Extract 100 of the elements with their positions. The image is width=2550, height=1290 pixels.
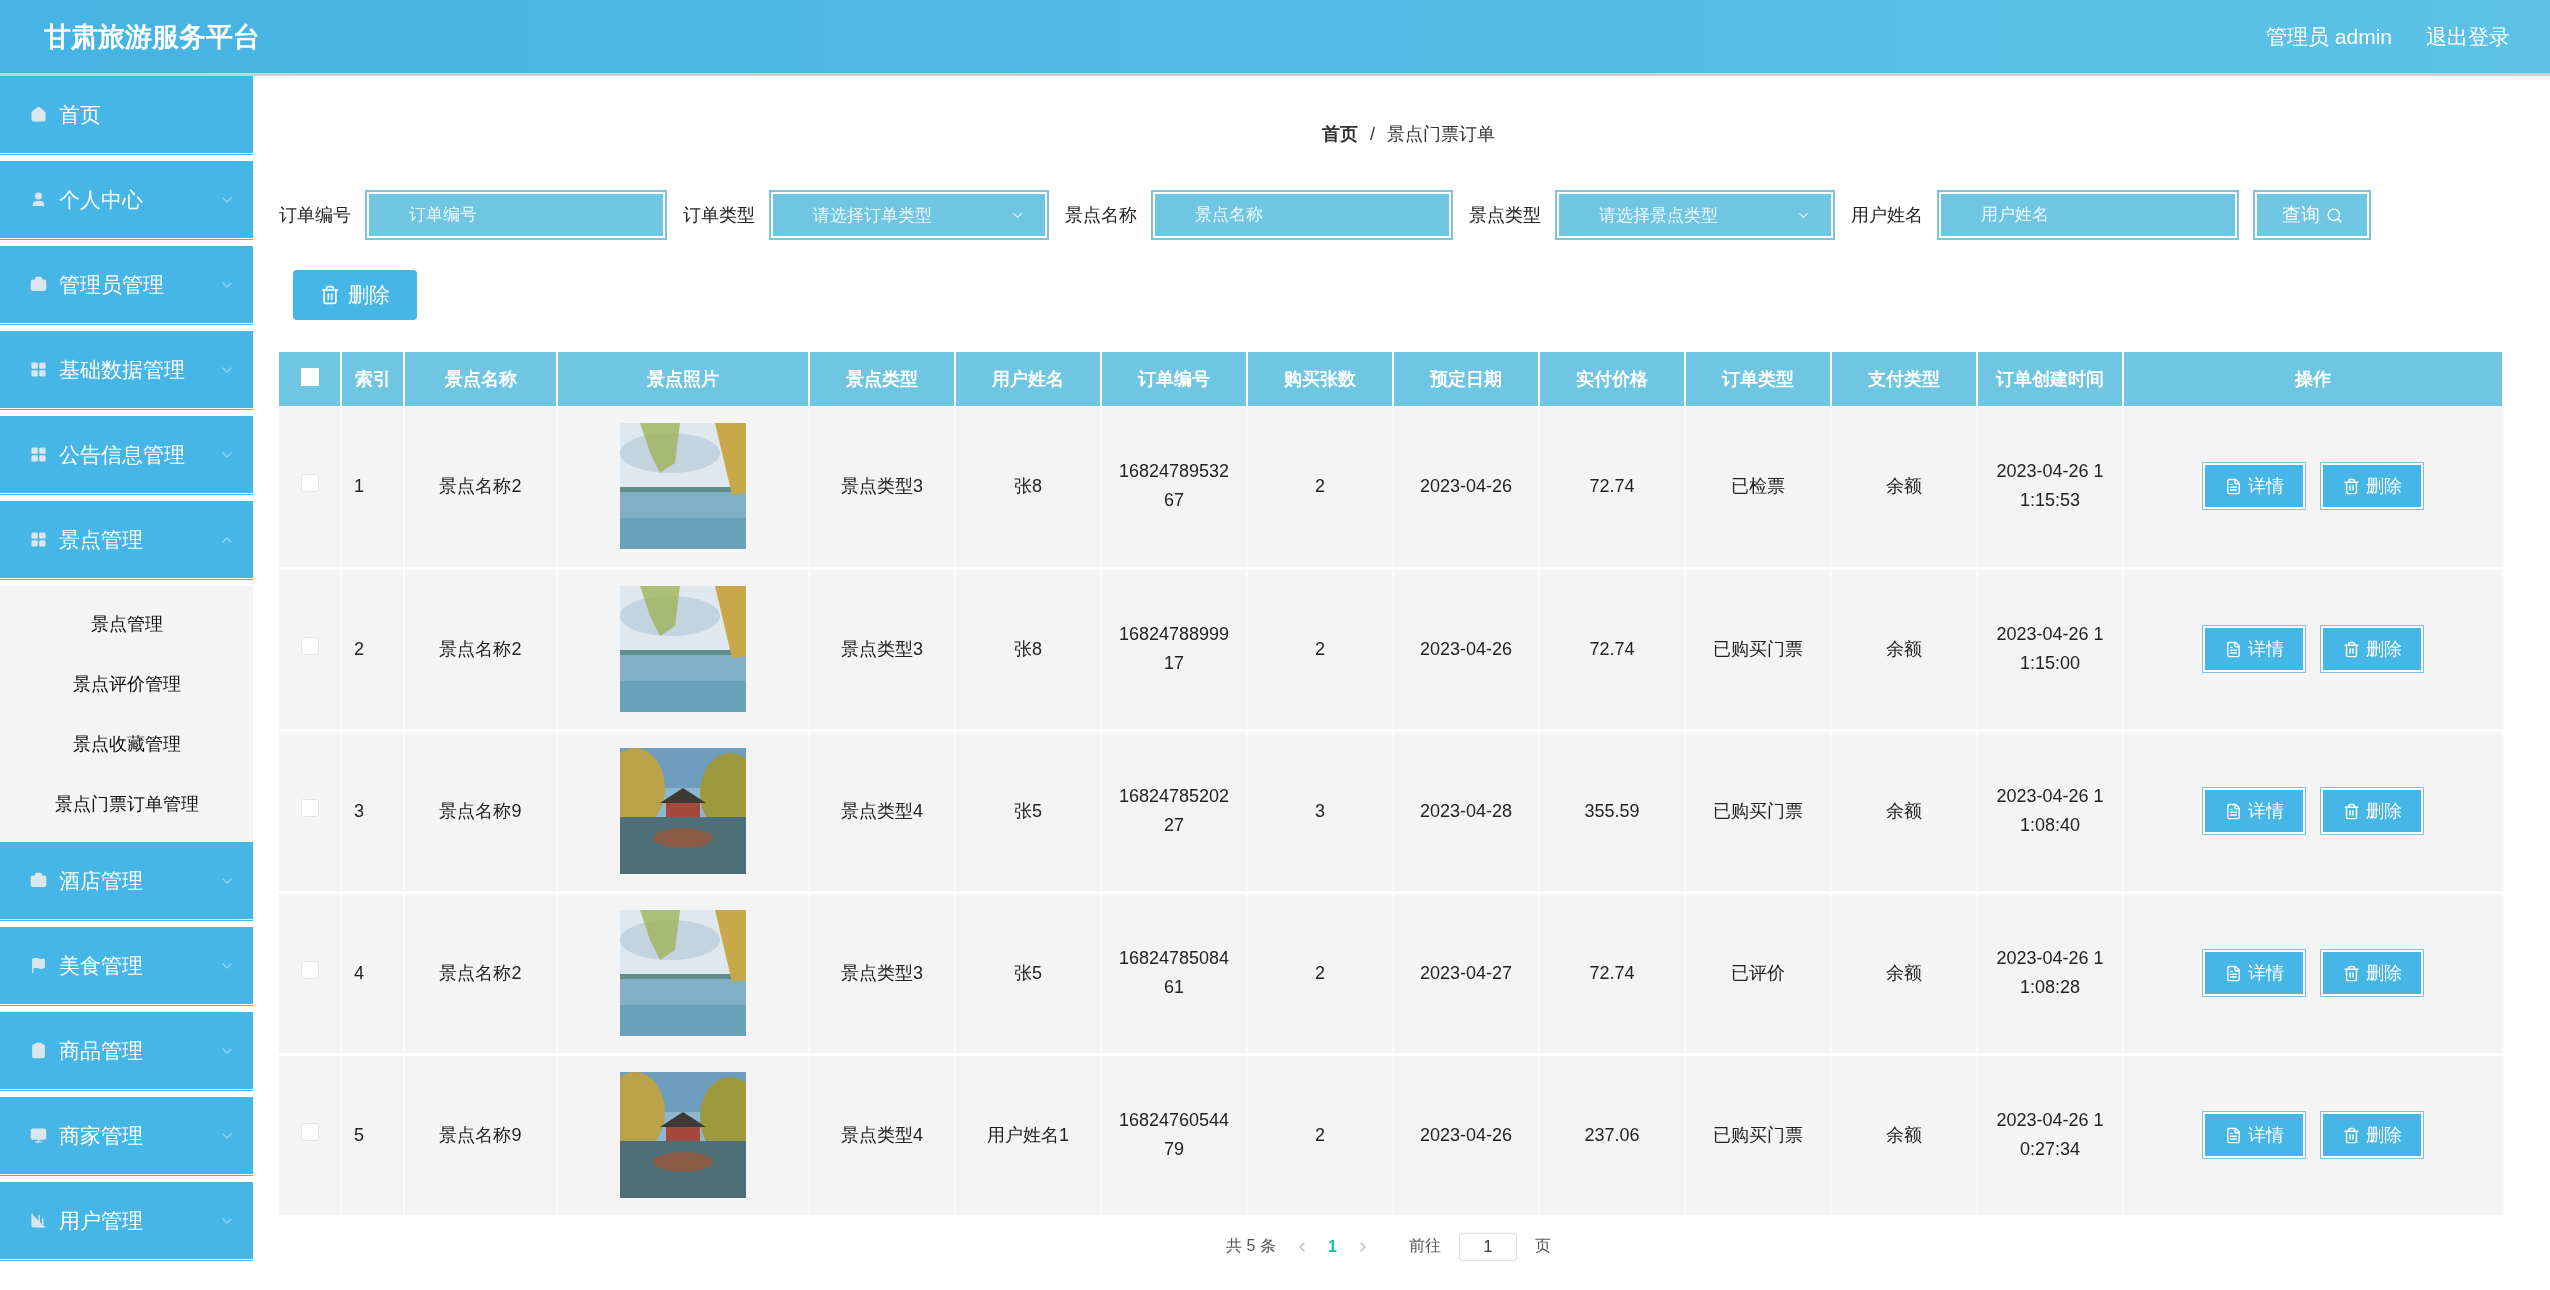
menu-item-icon xyxy=(30,1042,47,1059)
select-field[interactable]: 请选择景点类型 xyxy=(1557,192,1833,238)
table-cell: 5 xyxy=(341,1054,404,1216)
search-button[interactable]: 查询 xyxy=(2255,192,2369,238)
sidebar-item-label: 个人中心 xyxy=(59,186,144,213)
delete-button[interactable]: 删除 xyxy=(2321,1112,2423,1158)
menu-item-icon xyxy=(30,1127,47,1144)
row-checkbox[interactable] xyxy=(300,473,319,492)
table-cell: 72.74 xyxy=(1539,568,1685,730)
details-button[interactable]: 详情 xyxy=(2203,626,2305,672)
sidebar-item-label: 公告信息管理 xyxy=(59,441,186,468)
trash-icon xyxy=(2342,802,2360,820)
column-header: 索引 xyxy=(341,352,404,406)
delete-button[interactable]: 删除 xyxy=(293,270,417,320)
select-field[interactable]: 请选择订单类型 xyxy=(771,192,1047,238)
table-cell: 张8 xyxy=(955,568,1101,730)
sidebar-item[interactable]: 酒店管理 xyxy=(0,842,253,922)
table-cell: 景点类型3 xyxy=(809,568,955,730)
page-input[interactable]: 1 xyxy=(1458,1232,1517,1261)
input-field[interactable]: 用户姓名 xyxy=(1939,192,2237,238)
row-checkbox[interactable] xyxy=(300,1122,319,1141)
sidebar-item[interactable]: 基础数据管理 xyxy=(0,331,253,411)
table-cell: 余额 xyxy=(1831,406,1977,568)
sidebar-item[interactable]: 美食管理 xyxy=(0,927,253,1007)
sidebar-item-label: 首页 xyxy=(59,101,102,128)
sidebar-item[interactable]: 商家管理 xyxy=(0,1097,253,1177)
document-icon xyxy=(2224,964,2242,982)
table-cell: 景点类型4 xyxy=(809,730,955,892)
menu-item-icon xyxy=(30,106,47,123)
table-cell: 2023-04-26 11:15:53 xyxy=(1977,406,2123,568)
submenu-item[interactable]: 景点收藏管理 xyxy=(0,714,253,774)
sidebar-item[interactable]: 景点管理 xyxy=(0,501,253,581)
table-cell: 237.06 xyxy=(1539,1054,1685,1216)
row-checkbox[interactable] xyxy=(300,798,319,817)
column-header: 购买张数 xyxy=(1247,352,1393,406)
document-icon xyxy=(2224,1126,2242,1144)
table-cell: 3 xyxy=(341,730,404,892)
row-checkbox[interactable] xyxy=(300,636,319,655)
table-cell: 2 xyxy=(1247,406,1393,568)
details-button[interactable]: 详情 xyxy=(2203,463,2305,510)
goto-label: 前往 xyxy=(1408,1236,1441,1256)
document-icon xyxy=(2224,640,2242,658)
table-cell: 景点名称2 xyxy=(404,568,557,730)
table-cell: 余额 xyxy=(1831,568,1977,730)
delete-button[interactable]: 删除 xyxy=(2321,788,2423,834)
page-number[interactable]: 1 xyxy=(1327,1237,1337,1256)
sidebar-item-label: 酒店管理 xyxy=(59,867,144,894)
menu-item-icon xyxy=(30,191,47,208)
trash-icon xyxy=(2342,1126,2360,1144)
breadcrumb-item[interactable]: 首页 xyxy=(1322,122,1358,146)
input-field[interactable]: 订单编号 xyxy=(367,192,665,238)
sidebar-item[interactable]: 首页 xyxy=(0,76,253,156)
table-cell: 张5 xyxy=(955,730,1101,892)
sidebar-item[interactable]: 商品管理 xyxy=(0,1012,253,1092)
logout-link[interactable]: 退出登录 xyxy=(2426,22,2510,51)
submenu-item[interactable]: 景点管理 xyxy=(0,594,253,654)
breadcrumb-separator: / xyxy=(1370,123,1375,145)
column-header: 预定日期 xyxy=(1393,352,1539,406)
table-cell: 张8 xyxy=(955,406,1101,568)
column-header: 景点名称 xyxy=(404,352,557,406)
column-header: 操作 xyxy=(2123,352,2503,406)
table-cell: 已购买门票 xyxy=(1685,1054,1831,1216)
table-cell: 72.74 xyxy=(1539,892,1685,1054)
table-cell: 2023-04-28 xyxy=(1393,730,1539,892)
delete-button[interactable]: 删除 xyxy=(2321,463,2423,510)
column-header: 用户姓名 xyxy=(955,352,1101,406)
column-header: 订单编号 xyxy=(1101,352,1247,406)
table-cell: 2023-04-26 11:15:00 xyxy=(1977,568,2123,730)
details-button[interactable]: 详情 xyxy=(2203,1112,2305,1158)
sidebar-item-label: 商家管理 xyxy=(59,1122,144,1149)
menu-item-icon xyxy=(30,872,47,889)
sidebar-item[interactable]: 管理员管理 xyxy=(0,246,253,326)
sidebar-item[interactable]: 用户管理 xyxy=(0,1182,253,1262)
submenu-item[interactable]: 景点门票订单管理 xyxy=(0,774,253,834)
table-cell: 2 xyxy=(1247,568,1393,730)
menu-item-icon xyxy=(30,1212,47,1229)
table-cell: 355.59 xyxy=(1539,730,1685,892)
delete-button[interactable]: 删除 xyxy=(2321,626,2423,672)
table-cell: 1682478899917 xyxy=(1101,568,1247,730)
table-cell: 2 xyxy=(1247,1054,1393,1216)
table-cell: 2023-04-26 10:27:34 xyxy=(1977,1054,2123,1216)
details-button[interactable]: 详情 xyxy=(2203,950,2305,996)
filter-label: 订单类型 xyxy=(683,204,755,227)
details-button[interactable]: 详情 xyxy=(2203,788,2305,834)
select-all-checkbox[interactable] xyxy=(300,367,319,386)
menu-item-icon xyxy=(30,446,47,463)
table-cell: 已评价 xyxy=(1685,892,1831,1054)
trash-icon xyxy=(2342,640,2360,658)
row-checkbox[interactable] xyxy=(300,960,319,979)
delete-button[interactable]: 删除 xyxy=(2321,950,2423,996)
column-header: 支付类型 xyxy=(1831,352,1977,406)
total-count: 共 5 条 xyxy=(1226,1236,1276,1256)
search-icon xyxy=(2325,206,2343,224)
sidebar-item[interactable]: 公告信息管理 xyxy=(0,416,253,496)
submenu-item[interactable]: 景点评价管理 xyxy=(0,654,253,714)
table-cell: 景点名称9 xyxy=(404,730,557,892)
sidebar-item[interactable]: 个人中心 xyxy=(0,161,253,241)
table-cell: 2023-04-26 11:08:40 xyxy=(1977,730,2123,892)
trash-icon xyxy=(2342,964,2360,982)
input-field[interactable]: 景点名称 xyxy=(1153,192,1451,238)
